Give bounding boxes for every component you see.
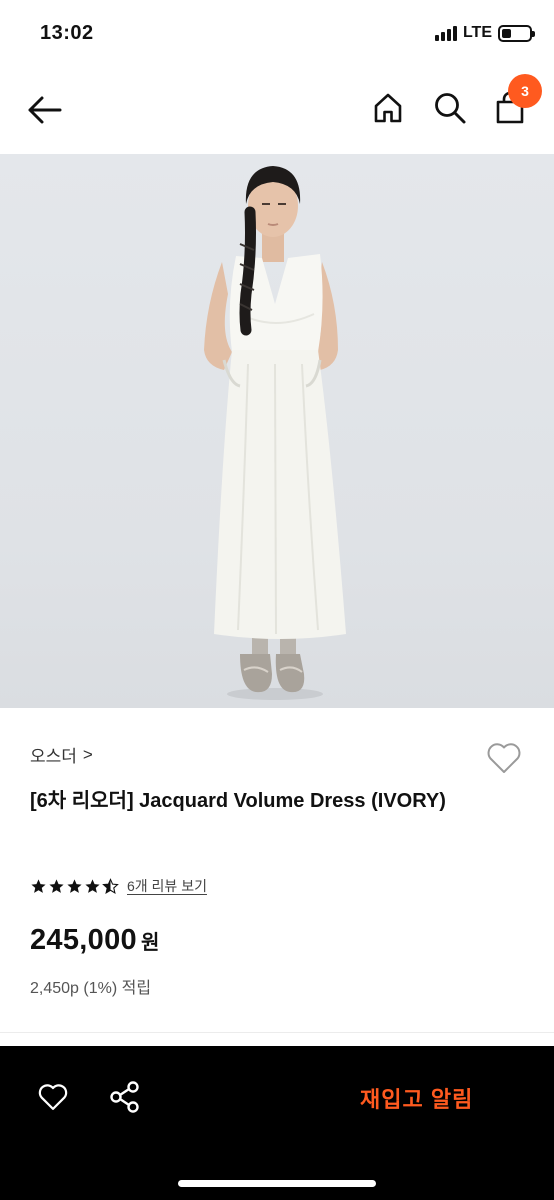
half-star-icon [102, 877, 119, 894]
star-icon [85, 878, 100, 893]
restock-alert-button[interactable]: 재입고 알림 [360, 1082, 473, 1114]
home-icon [374, 93, 402, 123]
bottom-action-bar: 재입고 알림 [0, 1046, 554, 1200]
heart-icon [487, 743, 521, 773]
price-currency: 원 [140, 932, 160, 954]
battery-icon [498, 24, 535, 42]
divider [0, 1032, 554, 1033]
product-title: [6차 리오더] Jacquard Volume Dress (IVORY) [30, 790, 446, 812]
status-indicators: LTE [434, 24, 535, 42]
home-indicator [178, 1180, 376, 1187]
status-bar: 13:02 LTE [0, 0, 554, 66]
status-time: 13:02 [40, 22, 94, 44]
chevron-right-icon: > [82, 744, 93, 764]
share-button[interactable] [108, 1080, 142, 1114]
product-image[interactable] [0, 154, 554, 708]
price-row: 245,000 원 [30, 924, 159, 957]
bottom-wishlist-button[interactable] [36, 1080, 70, 1114]
star-icon [31, 878, 46, 893]
star-icon [67, 878, 82, 893]
wishlist-button[interactable] [484, 738, 524, 778]
heart-icon [38, 1084, 68, 1111]
back-button[interactable] [24, 90, 64, 130]
rating-row: 6개 리뷰 보기 [30, 876, 207, 896]
search-icon [435, 93, 466, 124]
nav-bar [0, 66, 554, 154]
back-arrow-icon [28, 96, 62, 124]
share-icon [110, 1081, 139, 1113]
rating-stars [30, 877, 119, 895]
review-link[interactable]: 6개 리뷰 보기 [127, 876, 207, 896]
cart-count-badge: 3 [508, 74, 542, 108]
brand-link[interactable]: 오스더 > [30, 742, 93, 767]
network-label: LTE [462, 24, 492, 41]
star-icon [49, 878, 64, 893]
brand-name: 오스더 [30, 747, 77, 766]
signal-icon [434, 25, 457, 41]
model-in-dress-image [204, 166, 346, 700]
search-button[interactable] [430, 88, 470, 128]
reward-points: 2,450p (1%) 적립 [30, 980, 152, 997]
home-button[interactable] [368, 88, 408, 128]
product-price: 245,000 [30, 924, 137, 956]
